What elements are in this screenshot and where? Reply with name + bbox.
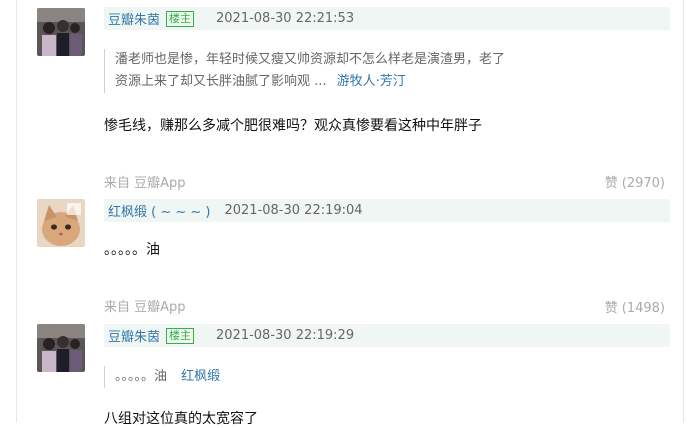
like-label: 赞 [604, 176, 618, 191]
like-button[interactable]: 赞 (2970) [605, 172, 665, 191]
user-avatar[interactable] [37, 8, 85, 56]
comment-text: 惨毛线，赚那么多减个肥很难吗？观众真惨要看这种中年胖子 [104, 118, 482, 134]
author-badge: 楼主 [166, 10, 195, 27]
comment-text: 。。。。。油 [104, 242, 160, 258]
like-button[interactable]: 赞 (1498) [605, 297, 665, 316]
comment-header: 豆瓣朱茵 楼主 2021-08-30 22:21:53 [104, 7, 670, 30]
author-badge: 楼主 [166, 327, 195, 344]
quote-text-line: 。。。。。油 [115, 369, 168, 384]
comment-source: 来自 豆瓣App [104, 176, 186, 191]
username-link[interactable]: 豆瓣朱茵 [108, 9, 160, 28]
quoted-reply: 潘老师也是惨，年轻时候又瘦又帅资源却不怎么样老是演渣男，老了 资源上来了却又长胖… [104, 49, 505, 93]
comment-header: 豆瓣朱茵 楼主 2021-08-30 22:19:29 [104, 324, 670, 347]
quote-author-link[interactable]: 游牧人·芳汀 [337, 74, 406, 89]
avatar-photo-icon [37, 324, 85, 372]
comment-time: 2021-08-30 22:19:04 [224, 203, 363, 218]
username-link[interactable]: 红枫缎 ( ~ ~ ~ ) [108, 201, 210, 220]
comment-text: 八组对这位真的太宽容了 [104, 411, 258, 427]
username-link[interactable]: 豆瓣朱茵 [108, 326, 160, 345]
comment-time: 2021-08-30 22:21:53 [216, 11, 355, 26]
avatar-photo-icon [37, 8, 85, 56]
like-label: 赞 [604, 301, 618, 316]
like-count: (2970) [621, 176, 665, 191]
comment-header: 红枫缎 ( ~ ~ ~ ) 2021-08-30 22:19:04 [104, 199, 670, 222]
like-count: (1498) [621, 301, 665, 316]
quoted-reply: 。。。。。油 红枫缎 [104, 366, 220, 388]
user-avatar[interactable] [37, 199, 85, 247]
comment-time: 2021-08-30 22:19:29 [216, 328, 355, 343]
quote-text-line: 潘老师也是惨，年轻时候又瘦又帅资源却不怎么样老是演渣男，老了 [115, 52, 506, 67]
quote-text-line: 资源上来了却又长胖油腻了影响观 ... [115, 74, 327, 89]
comment-source: 来自 豆瓣App [104, 300, 186, 315]
quote-author-link[interactable]: 红枫缎 [181, 369, 220, 384]
page-border-left [16, 0, 17, 422]
avatar-cat-icon [37, 199, 85, 247]
user-avatar[interactable] [37, 324, 85, 372]
page-border-right [683, 0, 684, 422]
